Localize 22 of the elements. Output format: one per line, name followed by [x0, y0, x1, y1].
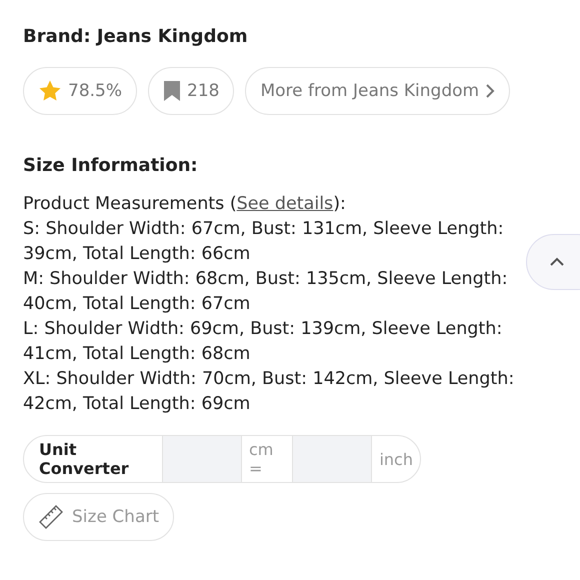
inch-input[interactable] [292, 436, 372, 482]
size-chart-button[interactable]: Size Chart [23, 493, 174, 541]
measurement-text: XL: Shoulder Width: 70cm, Bust: 142cm, Sleeve Length: 42cm, Total Length: 69cm [23, 368, 516, 416]
store-link-button[interactable]: More from Jeans Kingdom [245, 67, 510, 115]
see-details-link[interactable]: See details [236, 194, 334, 214]
measurement-text: L: Shoulder Width: 69cm, Bust: 139cm, Sleeve Length: 41cm, Total Length: 68cm [23, 318, 504, 366]
converter-label: Unit Converter [38, 439, 130, 480]
bookmark-icon [163, 80, 182, 102]
measurements-intro: Product Measurements (See details): [23, 193, 347, 216]
star-icon [38, 79, 62, 103]
rating-chip[interactable]: 78.5% [23, 67, 138, 115]
measurement-text: S: Shoulder Width: 67cm, Bust: 131cm, Sleeve Length: 39cm, Total Length: 66cm [23, 218, 505, 266]
section-heading: Size Information: [23, 155, 199, 176]
unit-label: cm = [248, 439, 274, 480]
ruler-icon [38, 504, 64, 530]
measurement-text: M: Shoulder Width: 68cm, Bust: 135cm, Sleeve Length: 40cm, Total Length: 67cm [23, 268, 509, 316]
cm-input[interactable] [162, 436, 242, 482]
brand-title: Brand: Jeans Kingdom [23, 26, 249, 47]
unit-label: inch [378, 448, 414, 470]
chevron-up-icon [549, 257, 565, 267]
chevron-right-icon [485, 83, 496, 99]
saves-chip[interactable]: 218 [148, 67, 234, 115]
